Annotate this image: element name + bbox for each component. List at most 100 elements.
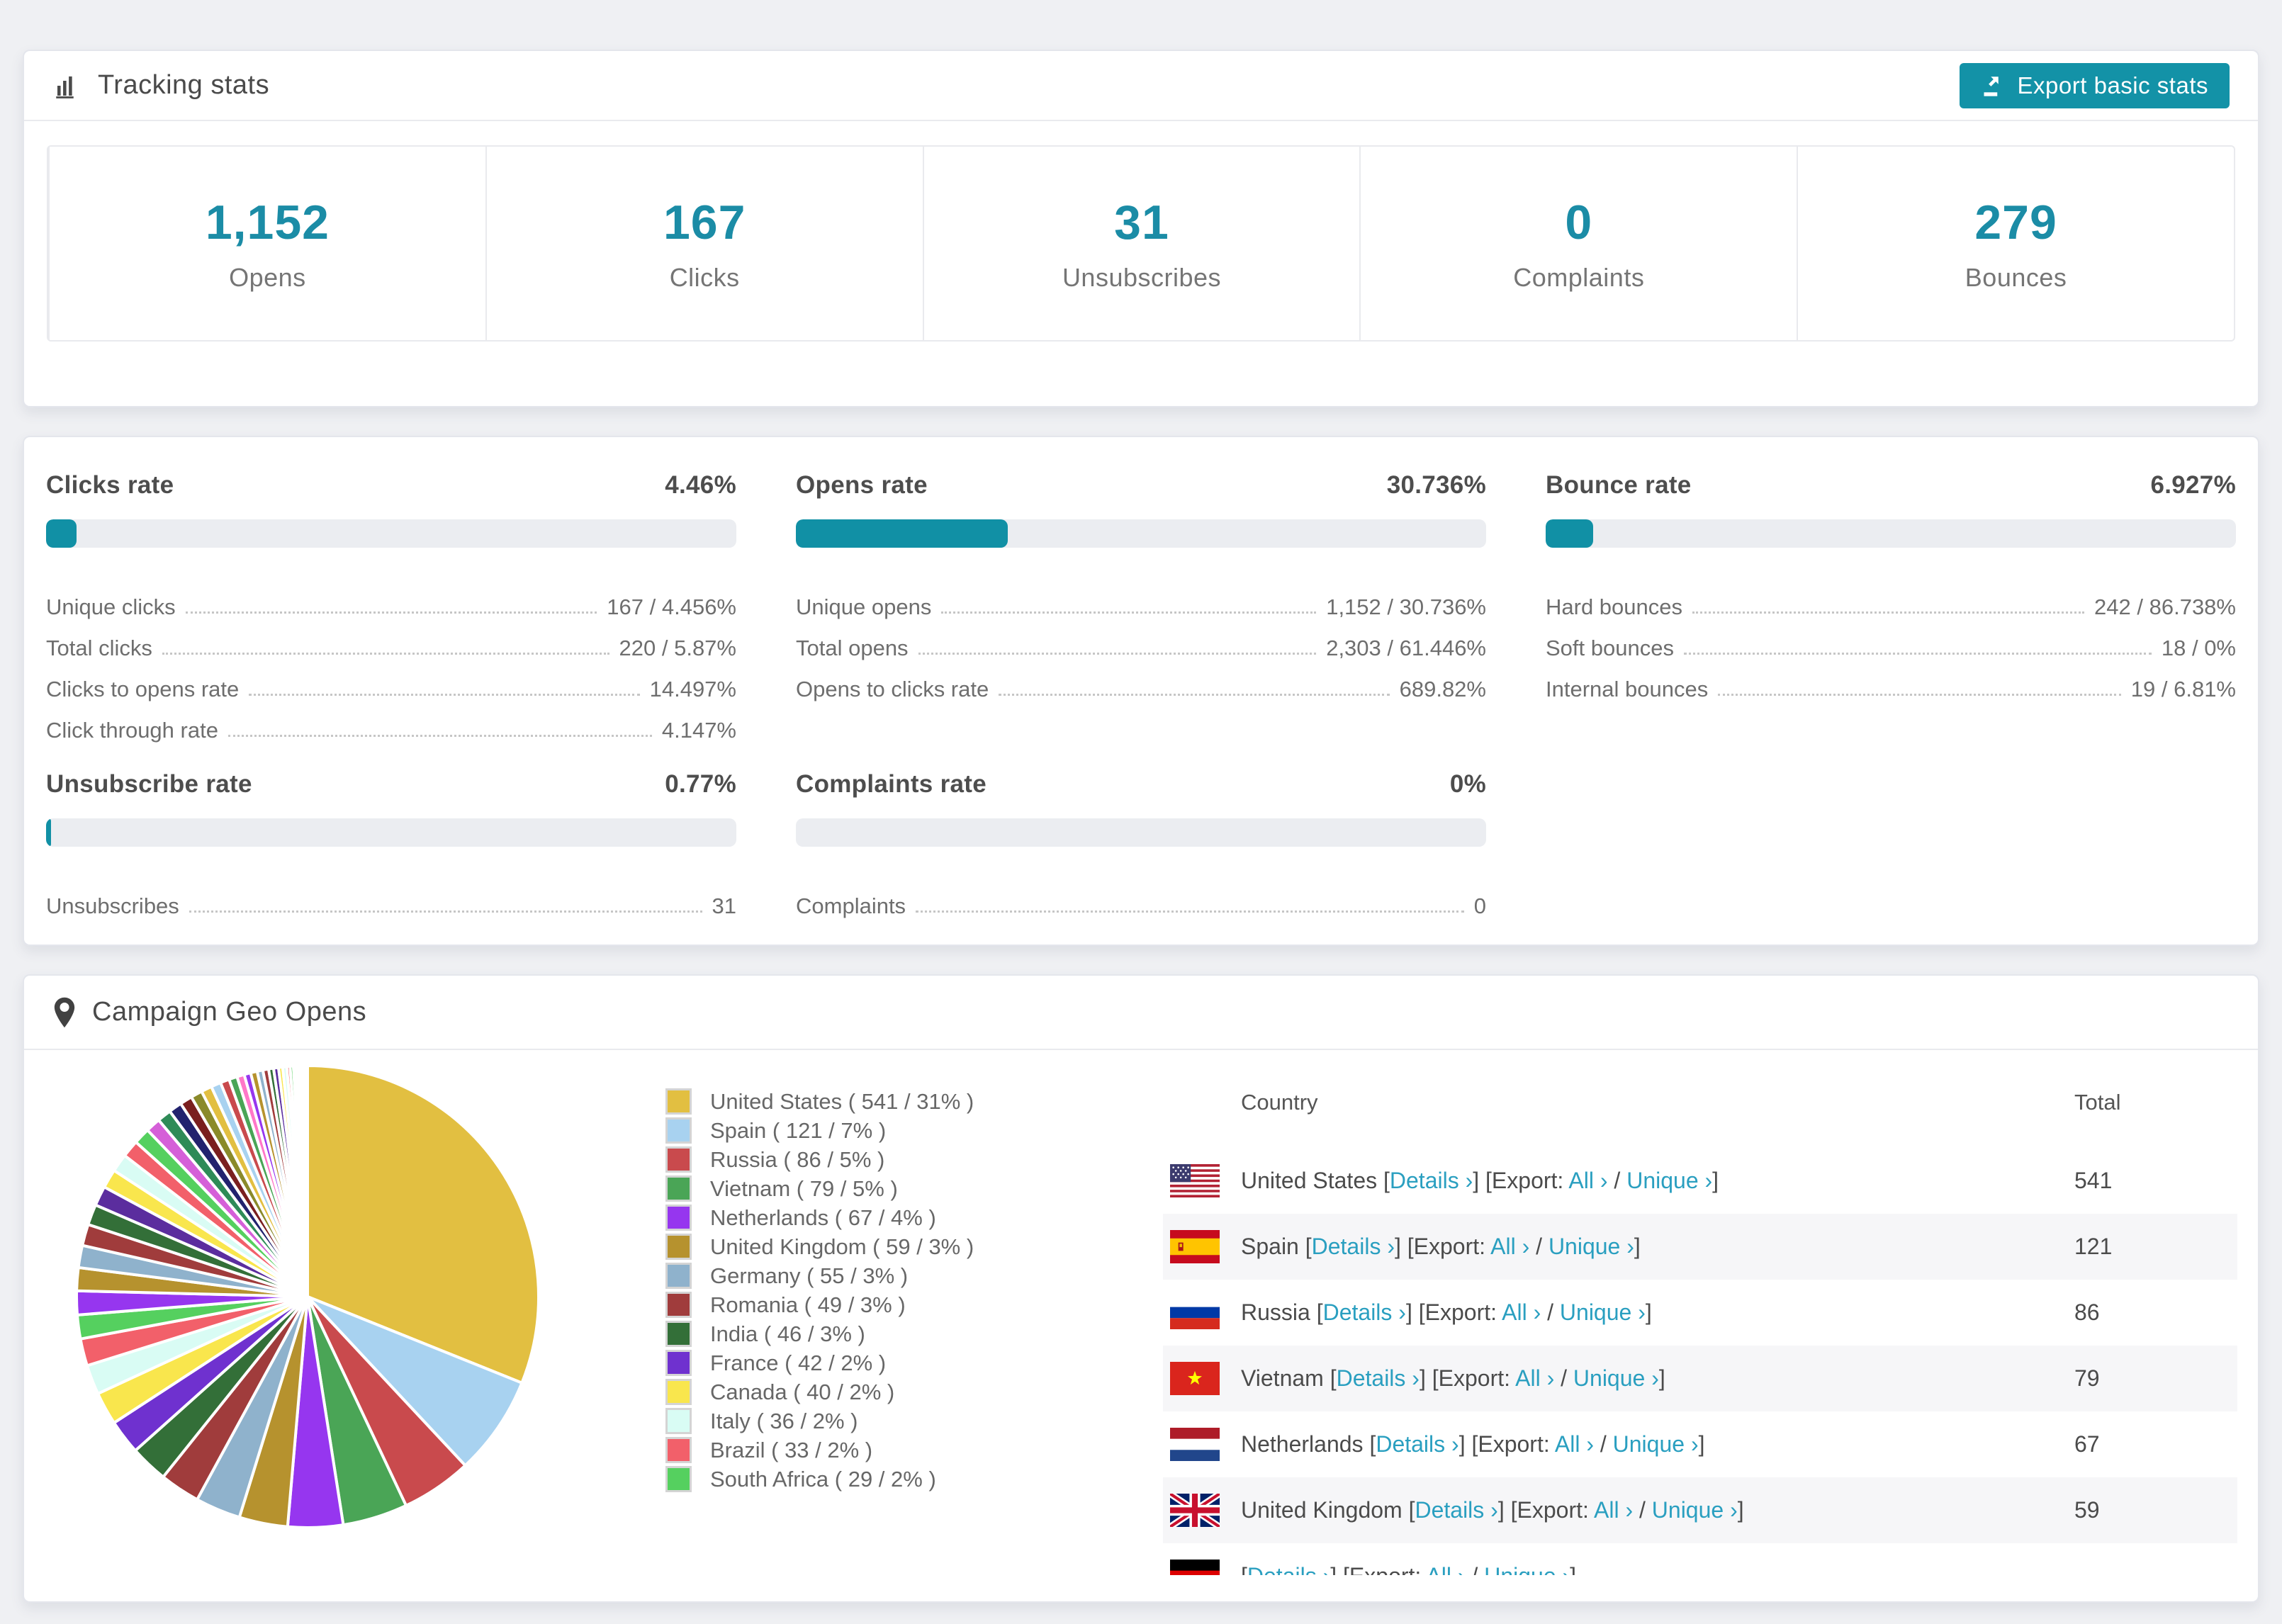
rate-detail-row: Clicks to opens rate 14.497%	[46, 661, 736, 702]
clicks-rate-fill	[46, 519, 77, 548]
legend-label: United Kingdom ( 59 / 3% )	[710, 1234, 974, 1259]
export-all-link[interactable]: All ›	[1568, 1168, 1607, 1193]
stat-cell: 167 Clicks	[485, 147, 923, 340]
export-all-link[interactable]: All ›	[1426, 1563, 1465, 1575]
rate-detail-label: Unsubscribes	[46, 893, 179, 918]
export-basic-stats-button[interactable]: Export basic stats	[1959, 62, 2230, 108]
country-flag-icon	[1170, 1560, 1220, 1575]
stat-value: 0	[1565, 195, 1593, 249]
rate-detail-value: 220 / 5.87%	[619, 636, 736, 660]
geo-opens-pie-chart[interactable]	[52, 1063, 549, 1538]
stat-value: 279	[1974, 195, 2057, 249]
legend-label: Spain ( 121 / 7% )	[710, 1117, 887, 1143]
rate-detail-label: Unique opens	[796, 594, 932, 619]
geo-opens-table: Country Total United States [Details ›] …	[1163, 1057, 2237, 1575]
country-total: 67	[2074, 1431, 2100, 1457]
legend-item: Romania ( 49 / 3% )	[665, 1290, 974, 1319]
export-unique-link[interactable]: Unique ›	[1548, 1234, 1634, 1259]
export-label: Export:	[1424, 1299, 1497, 1325]
unsubscribe-rate-progressbar	[46, 818, 736, 847]
legend-swatch	[665, 1263, 692, 1289]
dotted-leader	[249, 694, 640, 696]
summary-stats-row: 1,152 Opens 167 Clicks 31 Unsubscribes 0…	[47, 145, 2235, 342]
export-label: Export:	[1413, 1234, 1486, 1259]
details-link[interactable]: Details ›	[1376, 1431, 1458, 1457]
details-link[interactable]: Details ›	[1323, 1299, 1406, 1325]
legend-swatch	[665, 1205, 692, 1231]
clicks-rate-block: Clicks rate 4.46% Unique clicks 167 / 4.…	[46, 471, 736, 743]
page-title: Tracking stats	[98, 70, 270, 100]
rate-detail-label: Clicks to opens rate	[46, 677, 240, 701]
legend-label: Brazil ( 33 / 2% )	[710, 1437, 873, 1462]
details-link[interactable]: Details ›	[1337, 1365, 1420, 1391]
rate-detail-row: Click through rate 4.147%	[46, 702, 736, 743]
opens-rate-value: 30.736%	[1386, 471, 1486, 499]
stat-cell: 1,152 Opens	[48, 147, 485, 340]
rate-detail-value: 4.147%	[661, 718, 736, 743]
legend-label: Italy ( 36 / 2% )	[710, 1408, 858, 1433]
export-unique-link[interactable]: Unique ›	[1484, 1563, 1570, 1575]
legend-item: Russia ( 86 / 5% )	[665, 1145, 974, 1174]
export-unique-link[interactable]: Unique ›	[1652, 1497, 1738, 1523]
country-name: United States	[1241, 1168, 1378, 1193]
country-total: 541	[2074, 1168, 2113, 1193]
details-link[interactable]: Details ›	[1312, 1234, 1395, 1259]
country-flag-icon	[1170, 1494, 1220, 1527]
export-label: Export:	[1478, 1431, 1550, 1457]
rate-detail-value: 0	[1473, 893, 1486, 918]
export-unique-link[interactable]: Unique ›	[1560, 1299, 1646, 1325]
opens-rate-progressbar	[796, 519, 1486, 548]
rates-card: Clicks rate 4.46% Unique clicks 167 / 4.…	[23, 436, 2259, 946]
table-header-row: Country Total	[1163, 1057, 2237, 1148]
rate-detail-row: Unique clicks 167 / 4.456%	[46, 579, 736, 620]
export-all-link[interactable]: All ›	[1594, 1497, 1633, 1523]
country-flag-icon	[1170, 1164, 1220, 1197]
map-pin-icon	[52, 996, 77, 1029]
bounce-rate-block: Bounce rate 6.927% Hard bounces 242 / 86…	[1546, 471, 2236, 743]
export-unique-link[interactable]: Unique ›	[1573, 1365, 1659, 1391]
legend-swatch	[665, 1437, 692, 1463]
rate-detail-row: Complaints 0	[796, 878, 1486, 919]
country-name: Russia	[1241, 1299, 1310, 1325]
rate-detail-value: 14.497%	[649, 677, 736, 701]
empty-grid-cell	[1546, 770, 2236, 919]
complaints-rate-title: Complaints rate	[796, 770, 987, 798]
export-all-link[interactable]: All ›	[1555, 1431, 1594, 1457]
country-name: Spain	[1241, 1234, 1299, 1259]
export-all-link[interactable]: All ›	[1502, 1299, 1541, 1325]
legend-item: United States ( 541 / 31% )	[665, 1087, 974, 1116]
export-icon	[1981, 73, 2006, 98]
legend-label: Germany ( 55 / 3% )	[710, 1263, 909, 1288]
export-unique-link[interactable]: Unique ›	[1626, 1168, 1712, 1193]
export-label: Export:	[1491, 1168, 1564, 1193]
country-total: 79	[2074, 1365, 2100, 1391]
export-label: Export:	[1438, 1365, 1510, 1391]
export-all-link[interactable]: All ›	[1515, 1365, 1554, 1391]
dotted-leader	[1683, 653, 2152, 655]
table-row: [Details ›] [Export: All › / Unique ›]	[1163, 1543, 2237, 1575]
clicks-rate-value: 4.46%	[665, 471, 736, 499]
table-row: Vietnam [Details ›] [Export: All › / Uni…	[1163, 1346, 2237, 1411]
legend-label: Romania ( 49 / 3% )	[710, 1292, 906, 1317]
opens-rate-block: Opens rate 30.736% Unique opens 1,152 / …	[796, 471, 1486, 743]
details-link[interactable]: Details ›	[1247, 1563, 1330, 1575]
legend-label: Netherlands ( 67 / 4% )	[710, 1205, 936, 1230]
country-flag-icon	[1170, 1296, 1220, 1329]
stat-cell: 31 Unsubscribes	[922, 147, 1360, 340]
dotted-leader	[1718, 694, 2121, 696]
rate-detail-row: Unique opens 1,152 / 30.736%	[796, 579, 1486, 620]
stat-value: 167	[663, 195, 746, 249]
legend-label: United States ( 541 / 31% )	[710, 1088, 974, 1114]
details-link[interactable]: Details ›	[1415, 1497, 1497, 1523]
export-unique-link[interactable]: Unique ›	[1613, 1431, 1699, 1457]
bounce-rate-progressbar	[1546, 519, 2236, 548]
bar-chart-icon	[52, 71, 82, 101]
country-total: 59	[2074, 1497, 2100, 1523]
country-name: Netherlands	[1241, 1431, 1364, 1457]
export-all-link[interactable]: All ›	[1490, 1234, 1529, 1259]
legend-item: Netherlands ( 67 / 4% )	[665, 1203, 974, 1232]
rate-detail-value: 1,152 / 30.736%	[1326, 594, 1486, 619]
rate-detail-label: Total clicks	[46, 636, 152, 660]
details-link[interactable]: Details ›	[1390, 1168, 1473, 1193]
legend-item: Germany ( 55 / 3% )	[665, 1261, 974, 1290]
